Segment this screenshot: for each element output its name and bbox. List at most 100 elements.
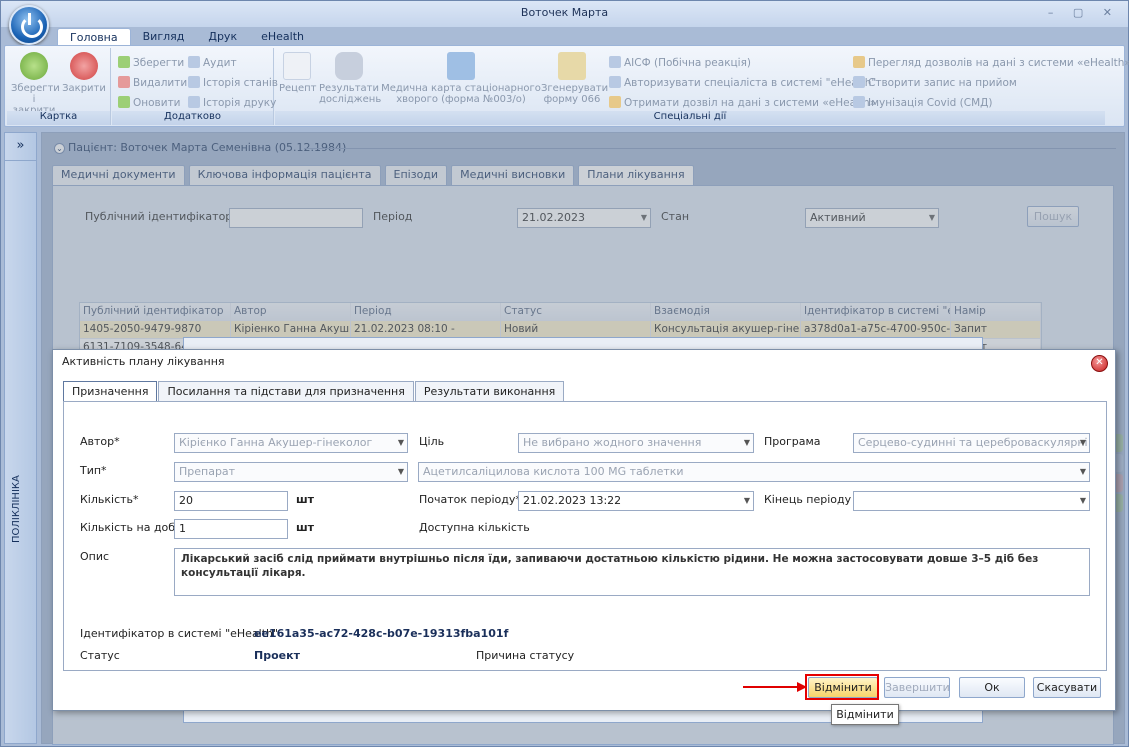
chevron-down-icon: ▼ [1079, 467, 1086, 476]
goal-select[interactable]: Не вибрано жодного значення ▼ [518, 433, 754, 453]
tooltip: Відмінити [831, 704, 899, 725]
form-icon [558, 52, 586, 80]
tab-view[interactable]: Вигляд [131, 28, 197, 46]
end-date-input[interactable]: ▼ [853, 491, 1090, 511]
quantity-input[interactable]: 20 [174, 491, 288, 511]
close-icon[interactable]: ✕ [1091, 355, 1108, 372]
chevron-down-icon: ▼ [743, 496, 750, 505]
program-value: Серцево-судинні та цереброваскулярні з [858, 436, 1090, 449]
chevron-down-icon: ▼ [397, 438, 404, 447]
window-controls[interactable]: – ▢ ✕ [1048, 1, 1120, 25]
chevron-down-icon: ▼ [1079, 496, 1086, 505]
save-small-button[interactable]: Зберегти [118, 56, 184, 70]
lungs-icon [335, 52, 363, 80]
refresh-button[interactable]: Оновити [118, 96, 181, 110]
start-value: 21.02.2023 13:22 [523, 494, 622, 507]
history-icon [188, 76, 200, 88]
arrow-head [797, 682, 807, 692]
covid-immunization-button[interactable]: Імунізація Covid (СМД) [853, 96, 992, 110]
audit-button[interactable]: Аудит [188, 56, 237, 70]
pointer-arrow [743, 686, 801, 688]
close-circle-icon [70, 52, 98, 80]
group-special: Рецепт Результати досліджень Медична кар… [275, 48, 1129, 125]
group-label: Спеціальні дії [275, 111, 1105, 125]
program-select[interactable]: Серцево-судинні та цереброваскулярні з ▼ [853, 433, 1090, 453]
drug-select[interactable]: Ацетилсаліцилова кислота 100 MG таблетки… [418, 462, 1090, 482]
type-value: Препарат [179, 465, 236, 478]
dialog-title: Активність плану лікування [53, 350, 1115, 374]
group-label: Додатково [112, 111, 273, 125]
available-label: Доступна кількість [419, 521, 530, 534]
calendar-icon [853, 76, 865, 88]
history-print-button[interactable]: Історія друку [188, 96, 276, 110]
daily-quantity-input[interactable]: 1 [174, 519, 288, 539]
chevron-down-icon: ▼ [397, 467, 404, 476]
delete-button[interactable]: Видалити [118, 76, 187, 90]
status-label: Статус [80, 649, 120, 662]
ehealth-id-value: ee161a35-ac72-428c-b07e-19313fba101f [254, 627, 509, 640]
results-button[interactable]: Результати досліджень [319, 52, 381, 105]
close-button[interactable]: Закрити [61, 52, 107, 94]
authorize-button[interactable]: Авторизувати спеціаліста в системі "eHea… [609, 76, 876, 90]
delete-icon [118, 76, 130, 88]
highlight-frame [805, 674, 879, 700]
save-icon [118, 56, 130, 68]
print-history-icon [188, 96, 200, 108]
tab-results[interactable]: Результати виконання [414, 381, 565, 402]
audit-icon [188, 56, 200, 68]
view-permissions-button[interactable]: Перегляд дозволів на дані з системи «eHe… [853, 56, 1129, 70]
status-reason-label: Причина статусу [476, 649, 575, 662]
folder-icon [853, 56, 865, 68]
treatment-activity-dialog: Активність плану лікування ✕ Призначення… [52, 349, 1116, 711]
get-permission-button[interactable]: Отримати дозвіл на дані з системи «eHeal… [609, 96, 876, 110]
end-label: Кінець періоду [764, 493, 852, 506]
form066-button[interactable]: Згенерувати форму 066 [541, 52, 608, 105]
card-icon [447, 52, 475, 80]
type-label: Тип* [80, 464, 107, 477]
daily-label: Кількість на добу [80, 521, 182, 534]
dialog-tabs: Призначення Посилання та підстави для пр… [63, 381, 565, 402]
ribbon: Зберегти і закрити Закрити Картка Зберег… [4, 45, 1129, 127]
drug-value: Ацетилсаліцилова кислота 100 MG таблетки [423, 465, 684, 478]
assignment-form: Автор* Кірієнко Ганна Акушер-гінеколог ▼ … [63, 401, 1107, 671]
tab-home[interactable]: Головна [57, 28, 131, 46]
create-appointment-button[interactable]: Створити запис на прийом [853, 76, 1017, 90]
description-textarea[interactable]: Лікарський засіб слід приймати внутрішнь… [174, 548, 1090, 596]
daily-unit: шт [296, 521, 315, 534]
tab-print[interactable]: Друк [196, 28, 249, 46]
author-label: Автор* [80, 435, 120, 448]
medical-card-button[interactable]: Медична карта стаціонарного хворого (фор… [381, 52, 541, 105]
app-window: Воточек Марта – ▢ ✕ Головна Вигляд Друк … [0, 0, 1129, 747]
sidebar-section-label[interactable]: ПОЛІКЛІНІКА [11, 443, 22, 543]
history-states-button[interactable]: Історія станів [188, 76, 278, 90]
program-label: Програма [764, 435, 821, 448]
tab-references[interactable]: Посилання та підстави для призначення [158, 381, 414, 402]
ok-button[interactable]: Ок [959, 677, 1025, 698]
author-value: Кірієнко Ганна Акушер-гінеколог [179, 436, 373, 449]
left-sidebar: » ПОЛІКЛІНІКА [4, 132, 37, 744]
check-icon [20, 52, 48, 80]
tab-assignment[interactable]: Призначення [63, 381, 158, 402]
app-orb-button[interactable] [9, 5, 49, 45]
refresh-icon [118, 96, 130, 108]
recipe-icon [283, 52, 311, 80]
cancel-button[interactable]: Скасувати [1033, 677, 1101, 698]
tab-ehealth[interactable]: eHealth [249, 28, 316, 46]
type-select[interactable]: Препарат ▼ [174, 462, 408, 482]
finish-button[interactable]: Завершити [884, 677, 950, 698]
start-date-input[interactable]: 21.02.2023 13:22 ▼ [518, 491, 754, 511]
group-label: Картка [7, 111, 110, 125]
authorize-icon [609, 76, 621, 88]
save-close-button[interactable]: Зберегти і закрити [11, 52, 60, 116]
status-value: Проект [254, 649, 300, 662]
expand-sidebar-button[interactable]: » [5, 133, 36, 161]
chevron-down-icon: ▼ [743, 438, 750, 447]
title-bar: Воточек Марта – ▢ ✕ [1, 1, 1128, 27]
description-label: Опис [80, 550, 110, 563]
group-kartka: Зберегти і закрити Закрити Картка [7, 48, 111, 125]
aisf-button[interactable]: АІСФ (Побічна реакція) [609, 56, 751, 70]
author-select[interactable]: Кірієнко Ганна Акушер-гінеколог ▼ [174, 433, 408, 453]
aisf-icon [609, 56, 621, 68]
recipe-button[interactable]: Рецепт [279, 52, 317, 94]
goal-label: Ціль [419, 435, 445, 448]
